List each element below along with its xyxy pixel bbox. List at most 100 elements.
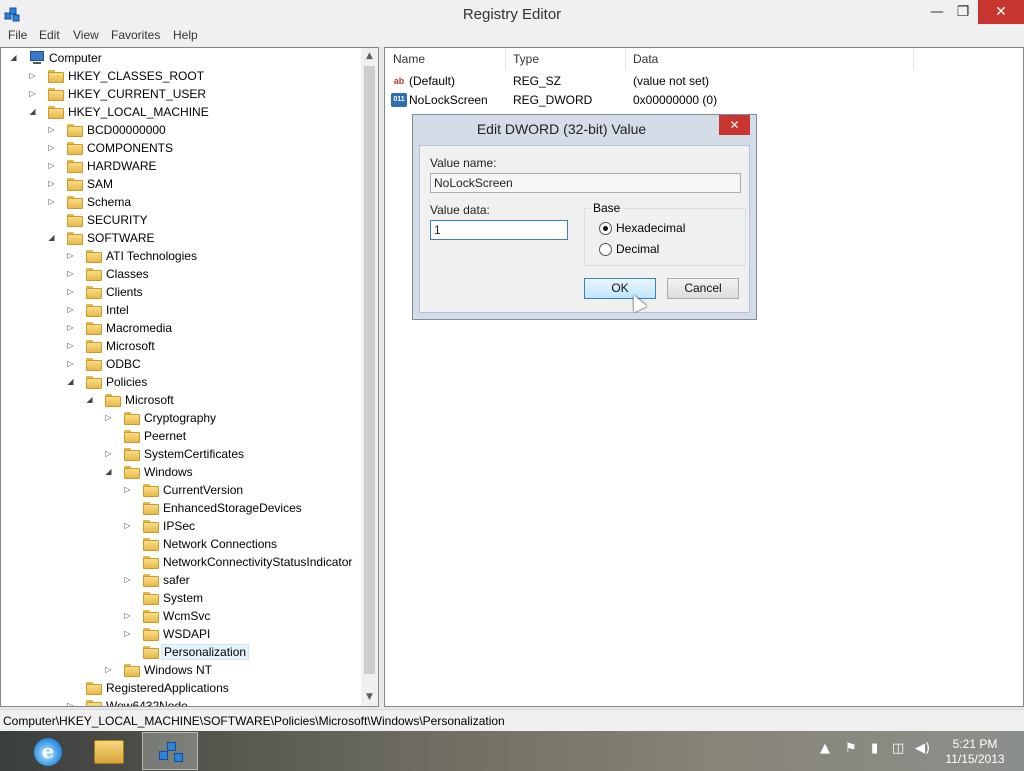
flag-icon[interactable]: ⚑ — [845, 741, 857, 756]
expand-arrow-icon[interactable]: ▷ — [47, 197, 56, 206]
scroll-up-icon[interactable]: ▲ — [361, 51, 378, 61]
cancel-button[interactable]: Cancel — [667, 278, 739, 299]
scroll-thumb[interactable] — [364, 66, 375, 674]
tree-node-label[interactable]: HKEY_LOCAL_MACHINE — [66, 105, 211, 119]
tree-node-label[interactable]: CurrentVersion — [161, 483, 245, 497]
collapse-arrow-icon[interactable]: ◢ — [104, 467, 113, 476]
tree-node[interactable]: ◢ Windows — [1, 464, 361, 482]
network-icon[interactable]: ◫ — [892, 741, 904, 756]
minimize-button[interactable]: — — [925, 0, 949, 24]
tree-node[interactable]: Personalization — [1, 644, 361, 662]
column-header-name[interactable]: Name — [393, 52, 425, 66]
close-button[interactable]: ✕ — [978, 0, 1024, 24]
chevron-up-icon[interactable]: ▲ — [820, 741, 830, 756]
expand-arrow-icon[interactable]: ▷ — [123, 521, 132, 530]
tree-node-label[interactable]: Network Connections — [161, 537, 279, 551]
tree-node[interactable]: ▷ ATI Technologies — [1, 248, 361, 266]
expand-arrow-icon[interactable]: ▷ — [123, 575, 132, 584]
value-row-nolockscreen[interactable]: 011 NoLockScreen REG_DWORD 0x00000000 (0… — [391, 92, 1011, 110]
expand-arrow-icon[interactable]: ▷ — [66, 701, 75, 706]
tree-node[interactable]: Network Connections — [1, 536, 361, 554]
tree-node[interactable]: ▷ WSDAPI — [1, 626, 361, 644]
tree-node[interactable]: ▷ ODBC — [1, 356, 361, 374]
tree-node[interactable]: ▷ WcmSvc — [1, 608, 361, 626]
collapse-arrow-icon[interactable]: ◢ — [47, 233, 56, 242]
tree-node[interactable]: ▷ Wow6432Node — [1, 698, 361, 706]
tree-node[interactable]: ◢ HKEY_LOCAL_MACHINE — [1, 104, 361, 122]
tree-node[interactable]: ▷ Schema — [1, 194, 361, 212]
expand-arrow-icon[interactable]: ▷ — [104, 413, 113, 422]
tree-node[interactable]: ▷ IPSec — [1, 518, 361, 536]
expand-arrow-icon[interactable]: ▷ — [66, 269, 75, 278]
expand-arrow-icon[interactable]: ▷ — [66, 305, 75, 314]
menu-favorites[interactable]: Favorites — [111, 28, 160, 42]
decimal-label[interactable]: Decimal — [616, 242, 659, 256]
expand-arrow-icon[interactable]: ▷ — [123, 485, 132, 494]
tree-node[interactable]: SECURITY — [1, 212, 361, 230]
tree-node-label[interactable]: SOFTWARE — [85, 231, 157, 245]
tree-node[interactable]: EnhancedStorageDevices — [1, 500, 361, 518]
expand-arrow-icon[interactable]: ▷ — [66, 251, 75, 260]
tree-node[interactable]: NetworkConnectivityStatusIndicator — [1, 554, 361, 572]
tree-node-label[interactable]: BCD00000000 — [85, 123, 168, 137]
tree-node[interactable]: RegisteredApplications — [1, 680, 361, 698]
tree-node[interactable]: System — [1, 590, 361, 608]
menu-help[interactable]: Help — [173, 28, 198, 42]
tree-node[interactable]: ▷ SystemCertificates — [1, 446, 361, 464]
tree-node-label[interactable]: ODBC — [104, 357, 143, 371]
scroll-down-icon[interactable]: ▼ — [361, 692, 378, 702]
expand-arrow-icon[interactable]: ▷ — [47, 125, 56, 134]
tree-node-label[interactable]: Windows NT — [142, 663, 214, 677]
tree-node-label[interactable]: EnhancedStorageDevices — [161, 501, 304, 515]
tree-node-label[interactable]: System — [161, 591, 205, 605]
expand-arrow-icon[interactable]: ▷ — [66, 287, 75, 296]
tree-node-label[interactable]: Microsoft — [104, 339, 157, 353]
tree-node-label[interactable]: SECURITY — [85, 213, 150, 227]
column-header-data[interactable]: Data — [633, 52, 658, 66]
tree-node-label[interactable]: COMPONENTS — [85, 141, 175, 155]
taskbar-registry-editor[interactable] — [142, 732, 198, 770]
collapse-arrow-icon[interactable]: ◢ — [9, 53, 18, 62]
hexadecimal-radio[interactable] — [599, 222, 612, 235]
tree-node-label[interactable]: Computer — [47, 51, 104, 65]
tree-node-label[interactable]: SAM — [85, 177, 115, 191]
tree-node[interactable]: ▷ safer — [1, 572, 361, 590]
tree-node-label[interactable]: SystemCertificates — [142, 447, 246, 461]
tree-node[interactable]: ▷ HARDWARE — [1, 158, 361, 176]
tree-node-label[interactable]: ATI Technologies — [104, 249, 199, 263]
column-header-type[interactable]: Type — [513, 52, 539, 66]
column-divider[interactable] — [913, 48, 914, 70]
expand-arrow-icon[interactable]: ▷ — [28, 89, 37, 98]
tree-node-label[interactable]: HKEY_CLASSES_ROOT — [66, 69, 206, 83]
expand-arrow-icon[interactable]: ▷ — [66, 323, 75, 332]
tree-node[interactable]: Peernet — [1, 428, 361, 446]
taskbar-internet-explorer[interactable]: e — [18, 732, 74, 770]
tree-node-label[interactable]: WSDAPI — [161, 627, 212, 641]
taskbar-file-explorer[interactable] — [80, 732, 136, 770]
tree-node[interactable]: ▷ Clients — [1, 284, 361, 302]
tree-node-label[interactable]: Intel — [104, 303, 131, 317]
ok-button[interactable]: OK — [584, 278, 656, 299]
tree-node[interactable]: ▷ SAM — [1, 176, 361, 194]
decimal-radio[interactable] — [599, 243, 612, 256]
tree-node-label[interactable]: Personalization — [161, 644, 250, 660]
tree-node-label[interactable]: Clients — [104, 285, 145, 299]
battery-icon[interactable]: ▮ — [871, 741, 878, 756]
tree-node-label[interactable]: Policies — [104, 375, 149, 389]
tree-vertical-scrollbar[interactable]: ▲ ▼ — [361, 48, 378, 706]
tree-node[interactable]: ▷ Microsoft — [1, 338, 361, 356]
tree-node[interactable]: ▷ HKEY_CLASSES_ROOT — [1, 68, 361, 86]
collapse-arrow-icon[interactable]: ◢ — [66, 377, 75, 386]
value-row-default[interactable]: ab (Default) REG_SZ (value not set) — [391, 73, 1011, 91]
tree-node[interactable]: ▷ Cryptography — [1, 410, 361, 428]
expand-arrow-icon[interactable]: ▷ — [123, 629, 132, 638]
tree-node-label[interactable]: NetworkConnectivityStatusIndicator — [161, 555, 354, 569]
collapse-arrow-icon[interactable]: ◢ — [85, 395, 94, 404]
tree-node-label[interactable]: IPSec — [161, 519, 197, 533]
menu-view[interactable]: View — [73, 28, 99, 42]
expand-arrow-icon[interactable]: ▷ — [47, 161, 56, 170]
expand-arrow-icon[interactable]: ▷ — [66, 341, 75, 350]
tree-node[interactable]: ◢ Microsoft — [1, 392, 361, 410]
tree-node[interactable]: ▷ Windows NT — [1, 662, 361, 680]
tree-node-label[interactable]: Microsoft — [123, 393, 176, 407]
